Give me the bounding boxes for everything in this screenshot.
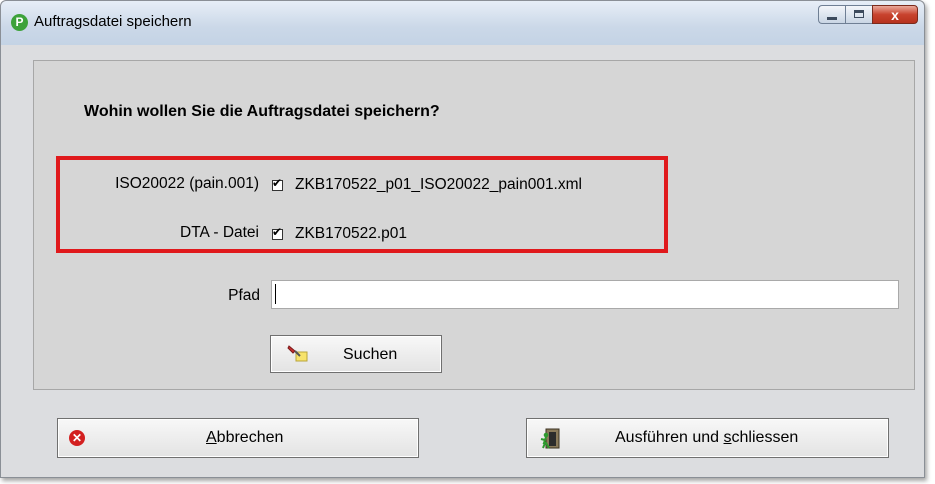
minimize-icon	[827, 17, 837, 20]
execute-close-button-label: Ausführen und schliessen	[615, 429, 799, 446]
maximize-button[interactable]	[845, 5, 872, 24]
minimize-button[interactable]	[818, 5, 845, 24]
window-title: Auftragsdatei speichern	[34, 13, 192, 30]
maximize-icon	[854, 10, 864, 18]
path-input[interactable]	[271, 280, 899, 309]
dialog-question: Wohin wollen Sie die Auftragsdatei speic…	[84, 103, 440, 120]
iso-filename: ZKB170522_p01_ISO20022_pain001.xml	[295, 176, 582, 193]
cancel-button-label: Abbrechen	[206, 429, 284, 446]
cancel-icon: ✕	[69, 430, 85, 446]
exit-door-icon	[540, 428, 560, 449]
app-logo-icon: P	[11, 14, 28, 31]
iso-checkbox[interactable]	[272, 176, 283, 191]
search-button[interactable]: Suchen	[270, 335, 442, 373]
execute-close-button[interactable]: Ausführen und schliessen	[526, 418, 889, 458]
brush-icon	[287, 345, 308, 362]
text-caret	[275, 284, 276, 304]
path-label: Pfad	[228, 287, 260, 304]
cancel-button[interactable]: ✕ Abbrechen	[57, 418, 419, 458]
dta-filename: ZKB170522.p01	[295, 225, 408, 242]
iso-label: ISO20022 (pain.001)	[115, 175, 259, 192]
window-controls: x	[818, 5, 918, 25]
close-button[interactable]: x	[872, 5, 918, 24]
dta-label: DTA - Datei	[180, 224, 259, 241]
title-bar[interactable]: P Auftragsdatei speichern x	[1, 1, 924, 45]
search-button-label: Suchen	[343, 346, 398, 363]
close-icon: x	[891, 7, 899, 23]
dta-checkbox[interactable]	[272, 225, 283, 240]
